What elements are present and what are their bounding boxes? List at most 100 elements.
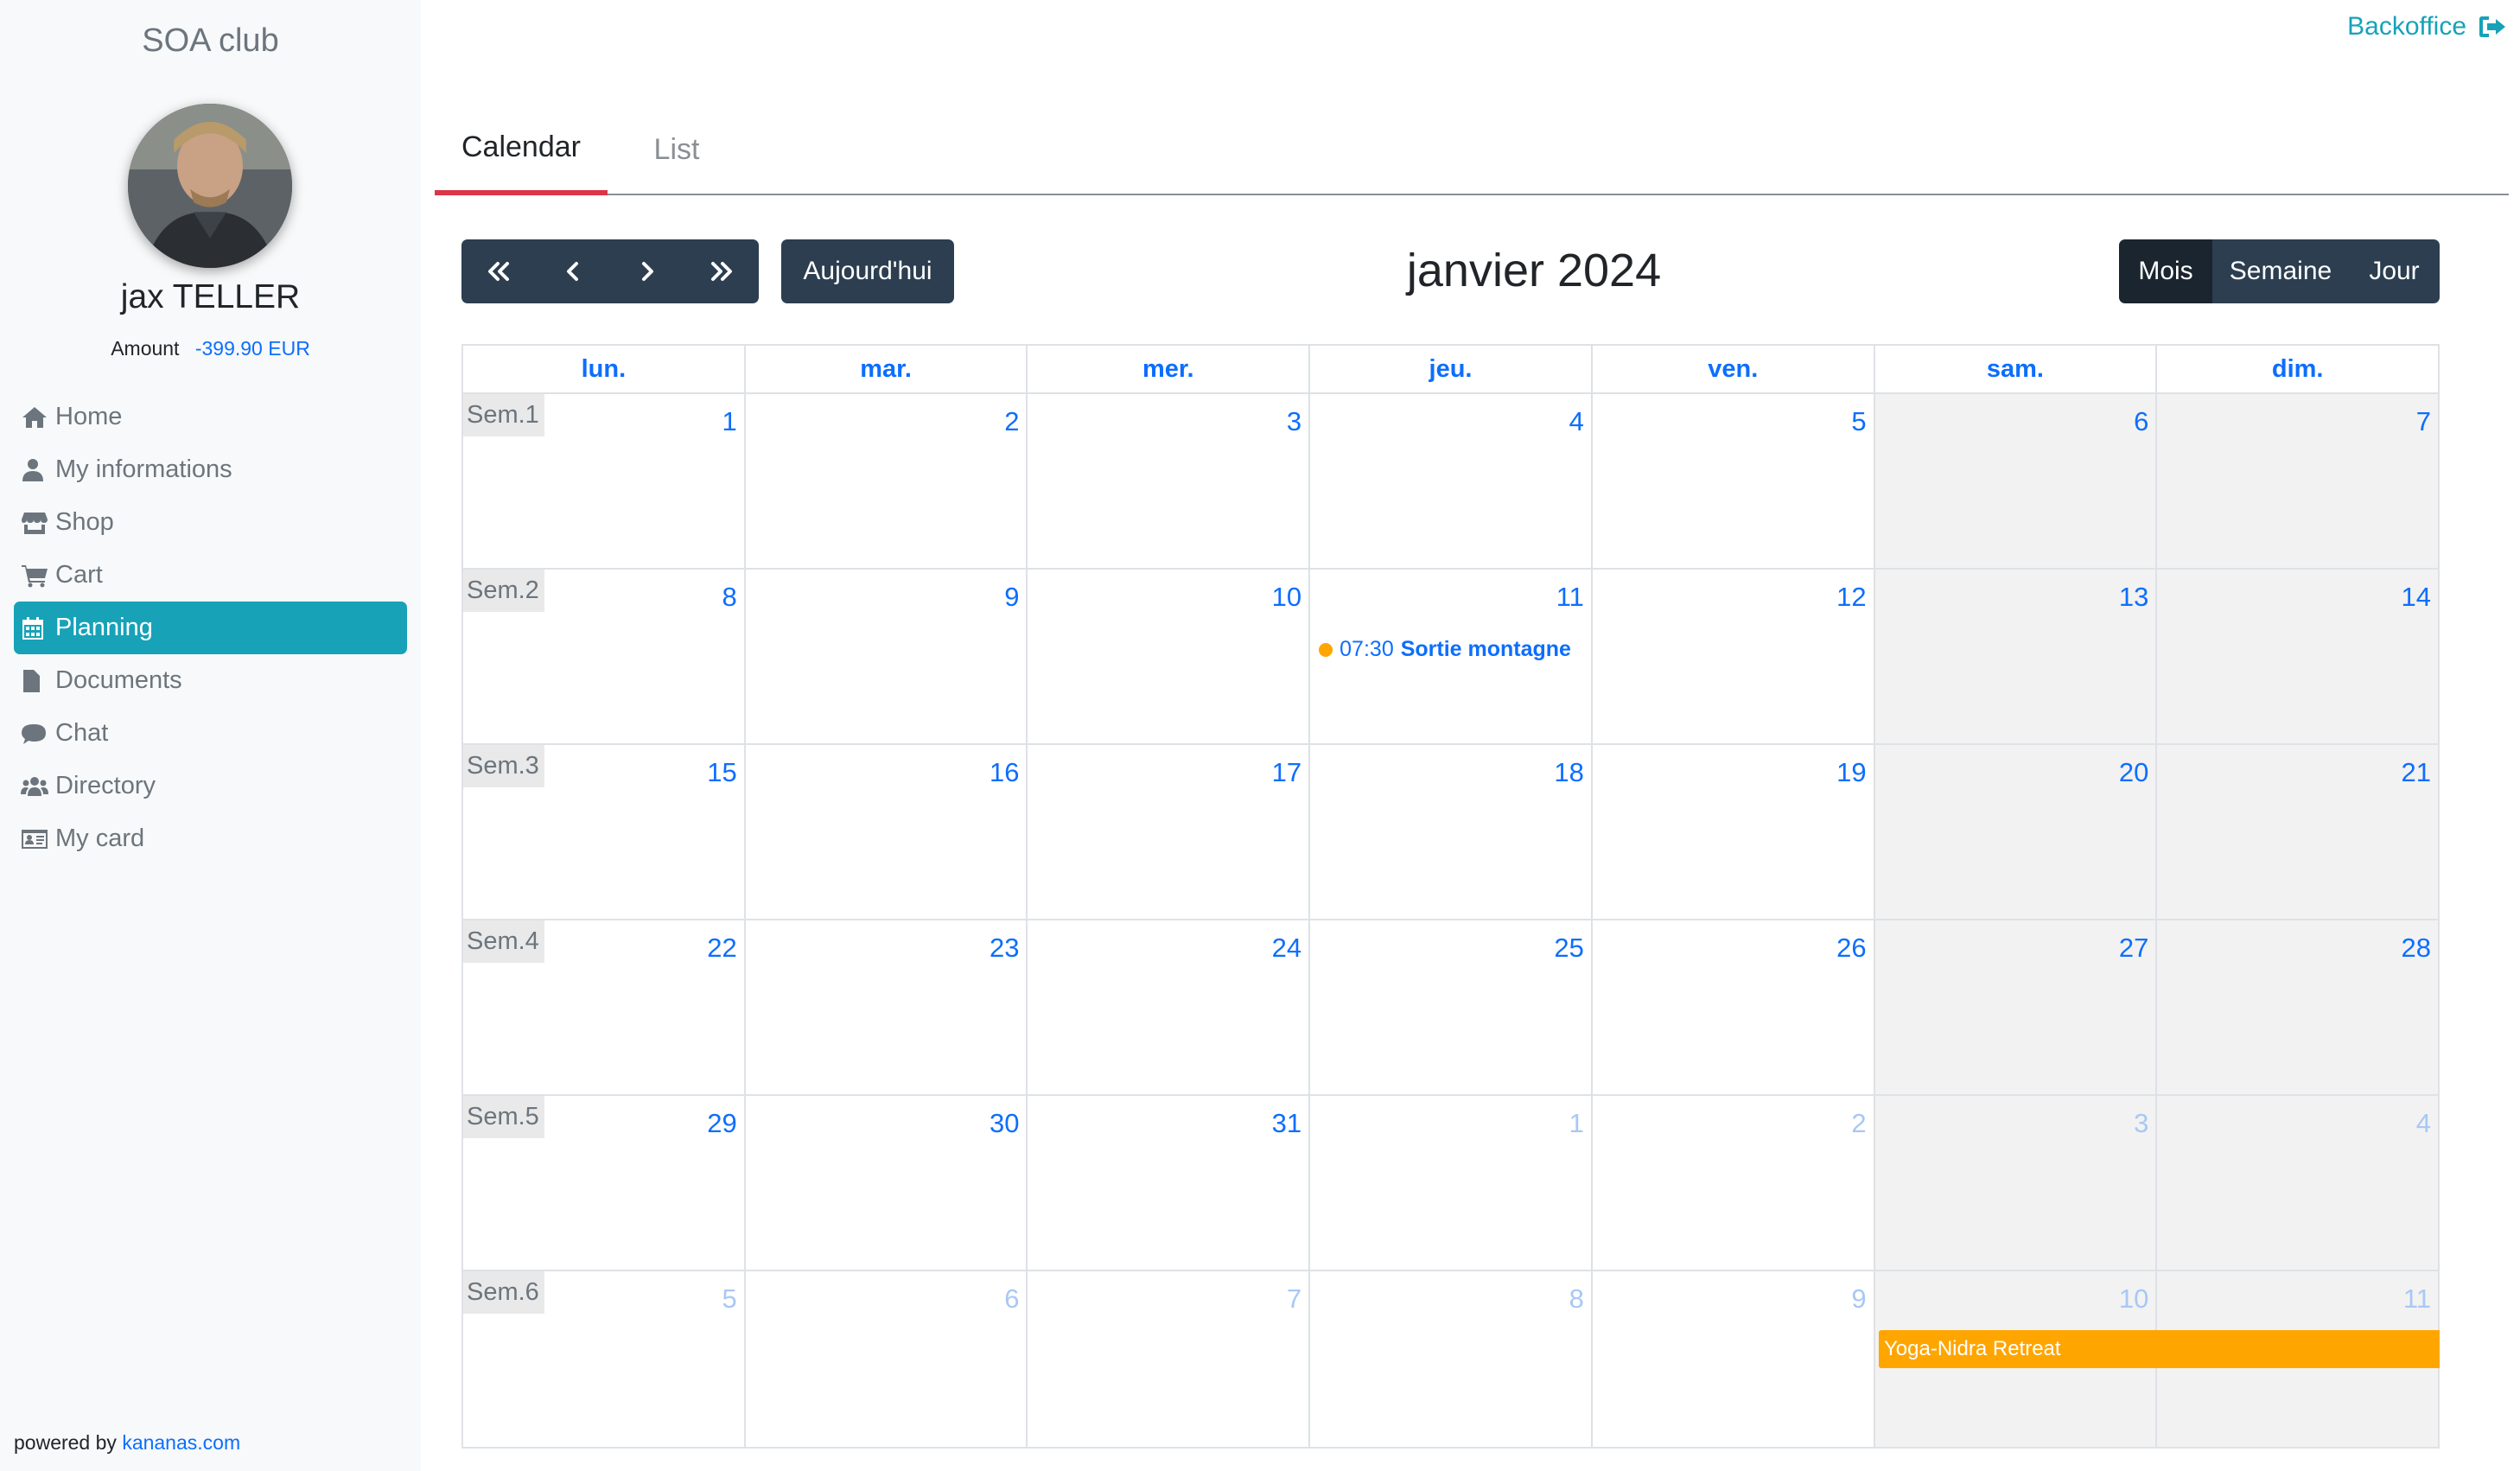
day-cell[interactable]: 9 [1590, 1271, 1874, 1447]
sidebar-item-cart[interactable]: Cart [14, 549, 407, 602]
day-number[interactable]: 6 [2134, 406, 2148, 437]
day-number[interactable]: 7 [1287, 1283, 1301, 1315]
day-cell[interactable]: Sem.2 8 [463, 570, 744, 743]
day-number[interactable]: 29 [707, 1108, 736, 1139]
day-cell[interactable]: 17 [1026, 745, 1308, 919]
next-year-button[interactable] [684, 239, 759, 303]
day-number[interactable]: 12 [1836, 582, 1866, 613]
day-cell[interactable]: Sem.1 1 [463, 394, 744, 568]
day-cell[interactable]: 26 [1590, 920, 1874, 1094]
sidebar-item-directory[interactable]: Directory [14, 760, 407, 812]
sidebar-item-planning[interactable]: Planning [14, 602, 407, 654]
day-cell[interactable]: 16 [743, 745, 1027, 919]
day-cell[interactable]: 25 [1308, 920, 1591, 1094]
day-cell[interactable]: Sem.3 15 [463, 745, 744, 919]
day-number[interactable]: 22 [707, 933, 736, 964]
day-cell[interactable]: 14 [2155, 570, 2439, 743]
day-number[interactable]: 11 [2403, 1283, 2431, 1315]
day-number[interactable]: 13 [2119, 582, 2148, 613]
day-number[interactable]: 11 [1556, 582, 1584, 613]
day-number[interactable]: 5 [722, 1283, 736, 1315]
day-cell[interactable]: 6 [743, 1271, 1027, 1447]
day-cell[interactable]: 9 [743, 570, 1027, 743]
week-number[interactable]: Sem.2 [463, 570, 544, 612]
day-cell[interactable]: 20 [1873, 745, 2156, 919]
day-number[interactable]: 30 [990, 1108, 1019, 1139]
sidebar-item-chat[interactable]: Chat [14, 707, 407, 760]
day-number[interactable]: 28 [2402, 933, 2431, 964]
day-cell[interactable]: Sem.5 29 [463, 1096, 744, 1270]
sidebar-item-documents[interactable]: Documents [14, 654, 407, 707]
prev-month-button[interactable] [536, 239, 610, 303]
day-number[interactable]: 7 [2416, 406, 2431, 437]
day-number[interactable]: 3 [2134, 1108, 2148, 1139]
day-cell[interactable]: 4 [1308, 394, 1591, 568]
day-number[interactable]: 21 [2402, 757, 2431, 788]
day-number[interactable]: 9 [1851, 1283, 1866, 1315]
day-cell[interactable]: 3 [1873, 1096, 2156, 1270]
tab-list[interactable]: List [608, 104, 746, 195]
backoffice-link[interactable]: Backoffice [2347, 12, 2506, 41]
calendar-event[interactable]: 07:30 Sortie montagne [1319, 637, 1588, 662]
day-number[interactable]: 31 [1272, 1108, 1301, 1139]
day-number[interactable]: 10 [2119, 1283, 2148, 1315]
day-number[interactable]: 6 [1004, 1283, 1019, 1315]
sidebar-item-shop[interactable]: Shop [14, 496, 407, 549]
day-cell[interactable]: 3 [1026, 394, 1308, 568]
day-number[interactable]: 27 [2119, 933, 2148, 964]
day-cell[interactable]: 5 [1590, 394, 1874, 568]
day-number[interactable]: 3 [1287, 406, 1301, 437]
day-number[interactable]: 26 [1836, 933, 1866, 964]
tab-calendar[interactable]: Calendar [435, 104, 608, 195]
sidebar-item-my-card[interactable]: My card [14, 812, 407, 865]
view-week-button[interactable]: Semaine [2212, 239, 2349, 303]
day-cell[interactable]: 7 [2155, 394, 2439, 568]
week-number[interactable]: Sem.1 [463, 394, 544, 436]
day-cell[interactable]: 28 [2155, 920, 2439, 1094]
avatar[interactable] [128, 104, 292, 268]
day-number[interactable]: 19 [1836, 757, 1866, 788]
day-cell[interactable]: 21 [2155, 745, 2439, 919]
day-cell[interactable]: 4 [2155, 1096, 2439, 1270]
day-number[interactable]: 4 [1569, 406, 1584, 437]
day-cell[interactable]: 2 [1590, 1096, 1874, 1270]
week-number[interactable]: Sem.5 [463, 1096, 544, 1138]
day-cell[interactable]: 2 [743, 394, 1027, 568]
day-number[interactable]: 17 [1272, 757, 1301, 788]
day-cell[interactable]: 6 [1873, 394, 2156, 568]
view-day-button[interactable]: Jour [2349, 239, 2440, 303]
day-cell[interactable]: Sem.6 5 [463, 1271, 744, 1447]
prev-year-button[interactable] [461, 239, 536, 303]
day-number[interactable]: 2 [1851, 1108, 1866, 1139]
day-cell[interactable]: 11 07:30 Sortie montagne [1308, 570, 1591, 743]
day-number[interactable]: 25 [1554, 933, 1583, 964]
calendar-event-bar[interactable]: Yoga-Nidra Retreat [1879, 1330, 2440, 1368]
day-cell[interactable]: 13 [1873, 570, 2156, 743]
day-number[interactable]: 1 [1569, 1108, 1584, 1139]
week-number[interactable]: Sem.4 [463, 920, 544, 963]
day-number[interactable]: 9 [1004, 582, 1019, 613]
powered-by-link[interactable]: kananas.com [122, 1431, 240, 1454]
sidebar-item-home[interactable]: Home [14, 391, 407, 443]
day-number[interactable]: 23 [990, 933, 1019, 964]
day-number[interactable]: 8 [722, 582, 736, 613]
day-cell[interactable]: 1 [1308, 1096, 1591, 1270]
day-number[interactable]: 14 [2402, 582, 2431, 613]
day-number[interactable]: 24 [1272, 933, 1301, 964]
day-number[interactable]: 16 [990, 757, 1019, 788]
day-cell[interactable]: 7 [1026, 1271, 1308, 1447]
day-cell[interactable]: 19 [1590, 745, 1874, 919]
day-cell[interactable]: 31 [1026, 1096, 1308, 1270]
day-cell[interactable]: 18 [1308, 745, 1591, 919]
day-cell[interactable]: 12 [1590, 570, 1874, 743]
day-number[interactable]: 10 [1272, 582, 1301, 613]
day-number[interactable]: 2 [1004, 406, 1019, 437]
day-number[interactable]: 1 [722, 406, 736, 437]
day-cell[interactable]: 30 [743, 1096, 1027, 1270]
sidebar-item-my-informations[interactable]: My informations [14, 443, 407, 496]
week-number[interactable]: Sem.6 [463, 1271, 544, 1314]
day-number[interactable]: 15 [707, 757, 736, 788]
day-cell[interactable]: 8 [1308, 1271, 1591, 1447]
day-cell[interactable]: 23 [743, 920, 1027, 1094]
day-cell[interactable]: 10 [1026, 570, 1308, 743]
